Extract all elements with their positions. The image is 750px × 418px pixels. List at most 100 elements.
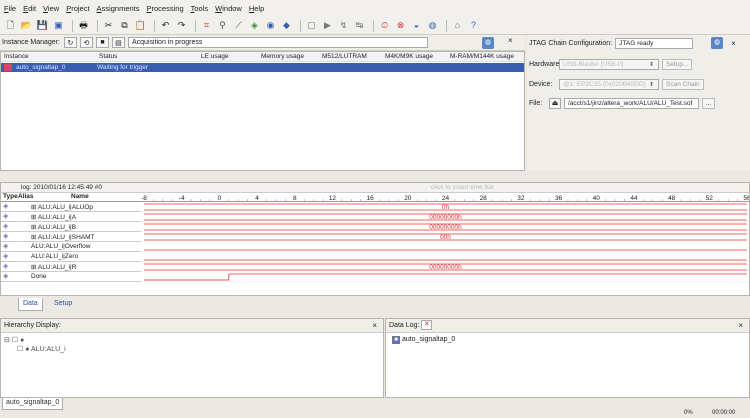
read-data-icon[interactable]: ▤ <box>111 37 125 48</box>
col-m512[interactable]: M512/LUTRAM <box>322 53 367 60</box>
menu-window[interactable]: Window <box>215 4 242 13</box>
menu-processing[interactable]: Processing <box>147 4 184 13</box>
timing-icon[interactable]: ↹ <box>353 19 366 32</box>
autorun-icon[interactable]: ↻ <box>63 37 77 48</box>
save-icon[interactable]: 💾 <box>36 19 49 32</box>
signal-type-icon: ◈ <box>3 213 9 220</box>
signal-row[interactable]: ◈ ⊞ ALU:ALU_i|R <box>1 262 141 272</box>
tick-label: 12 <box>329 195 337 202</box>
jtag-globe-icon[interactable]: ◍ <box>711 37 724 49</box>
home-icon[interactable]: ⌂ <box>451 19 464 32</box>
bus-value: 00h <box>440 234 451 241</box>
device-dropdown-icon[interactable]: ⬍ <box>649 81 654 88</box>
data-log-icon[interactable]: ✕ <box>421 320 433 331</box>
assignments-icon[interactable]: ⚲ <box>216 19 229 32</box>
rtl-viewer-icon[interactable]: ◍ <box>426 19 439 32</box>
chip-planner-icon[interactable]: ◉ <box>264 19 277 32</box>
data-log-close-icon[interactable]: × <box>738 319 743 333</box>
program-device-icon[interactable]: ⏏ <box>549 98 561 109</box>
elapsed-time: 00:00:00 <box>712 410 736 416</box>
stop-analysis-icon[interactable]: ■ <box>95 37 109 48</box>
browse-button[interactable]: ... <box>702 98 716 109</box>
tick-label: 44 <box>630 195 638 202</box>
analysis-icon[interactable]: ↯ <box>337 19 350 32</box>
signal-row[interactable]: ◈ ALU:ALU_i|Zero <box>1 252 141 262</box>
paste-icon[interactable]: 📋 <box>134 19 147 32</box>
waveform-canvas[interactable]: -8-40481216202428323640444852560h0000000… <box>142 193 749 295</box>
tree-root[interactable]: ⊟ ☐ ● <box>4 336 24 344</box>
new-file-icon[interactable]: 🗋 <box>4 19 17 32</box>
run-icon[interactable]: ⟲ <box>79 37 93 48</box>
col-memory-usage[interactable]: Memory usage <box>261 53 304 60</box>
signal-row[interactable]: ◈ ⊞ ALU:ALU_i|ALUOp <box>1 202 141 212</box>
signal-step-line <box>144 273 747 281</box>
instance-row[interactable]: auto_signaltap_0 Waiting for trigger <box>1 63 524 72</box>
open-file-icon[interactable]: 📂 <box>20 19 33 32</box>
hierarchy-close-icon[interactable]: × <box>372 319 377 333</box>
sof-file-field[interactable]: /acct/s1/jinz/altera_work/ALU/ALU_Test.s… <box>564 98 699 109</box>
help-icon[interactable]: ? <box>467 19 480 32</box>
signal-row[interactable]: ◈ ⊞ ALU:ALU_i|B <box>1 222 141 232</box>
undo-icon[interactable]: ↶ <box>159 19 172 32</box>
tab-data[interactable]: Data <box>18 298 43 311</box>
tick-label: 24 <box>442 195 450 202</box>
tick-label: 40 <box>593 195 601 202</box>
col-m4k[interactable]: M4K/M9K usage <box>385 53 433 60</box>
setup-button[interactable]: Setup... <box>662 59 693 70</box>
start-compilation-icon[interactable]: ▶ <box>321 19 334 32</box>
signal-type-icon: ◈ <box>3 273 9 280</box>
data-log-item[interactable]: ■ auto_signaltap_0 <box>392 336 455 344</box>
timing-analyzer-icon[interactable]: ⏲ <box>378 19 391 32</box>
menu-view[interactable]: View <box>43 4 59 13</box>
col-le-usage[interactable]: LE usage <box>201 53 228 60</box>
scan-chain-button[interactable]: Scan Chain <box>662 79 704 90</box>
tree-node-icon: ☐ ● <box>17 346 30 353</box>
signal-name: ⊞ ALU:ALU_i|R <box>31 263 77 271</box>
signal-row[interactable]: ◈ Done <box>1 272 141 282</box>
menu-file[interactable]: File <box>4 4 16 13</box>
floorplan-icon[interactable]: ◆ <box>280 19 293 32</box>
tick-label: 48 <box>668 195 676 202</box>
col-instance[interactable]: Instance <box>4 53 29 60</box>
toolbar-separator <box>446 19 447 32</box>
project-navigator-icon[interactable]: ⌗ <box>200 19 213 32</box>
tab-setup[interactable]: Setup <box>50 298 76 311</box>
col-mram[interactable]: M-RAM/M144K usage <box>450 53 514 60</box>
instance-manager-label: Instance Manager: <box>2 39 60 46</box>
menu-tools[interactable]: Tools <box>191 4 209 13</box>
pin-planner-icon[interactable]: ⟋ <box>232 19 245 32</box>
splitter[interactable] <box>0 171 750 182</box>
cut-icon[interactable]: ✂ <box>102 19 115 32</box>
signal-name: ALU:ALU_i|Zero <box>31 252 79 260</box>
menu-help[interactable]: Help <box>249 4 264 13</box>
menu-project[interactable]: Project <box>66 4 89 13</box>
globe-icon[interactable]: ◍ <box>482 37 494 49</box>
col-status[interactable]: Status <box>99 53 117 60</box>
settings-icon[interactable]: ◈ <box>248 19 261 32</box>
redo-icon[interactable]: ↷ <box>175 19 188 32</box>
signal-name: ALU:ALU_i|Overflow <box>31 242 91 250</box>
signal-row[interactable]: ◈ ⊞ ALU:ALU_i|SHAMT <box>1 232 141 242</box>
menu-edit[interactable]: Edit <box>23 4 36 13</box>
save-all-icon[interactable]: ▣ <box>52 19 65 32</box>
device-select[interactable]: @1: EP2C35 (0x020B40DD) <box>559 79 659 90</box>
close-icon[interactable]: × <box>508 36 513 45</box>
print-icon[interactable]: 🖶 <box>77 19 90 32</box>
stop-icon[interactable]: ▢ <box>305 19 318 32</box>
signal-row[interactable]: ◈ ⊞ ALU:ALU_i|A <box>1 212 141 222</box>
tree-item[interactable]: ☐ ● ALU:ALU_i <box>17 345 66 353</box>
time-bar-hint[interactable]: click to insert time bar <box>431 184 494 191</box>
instance-tab[interactable]: auto_signaltap_0 <box>2 398 64 410</box>
hardware-select[interactable]: USB-Blaster [USB-0] <box>559 59 659 70</box>
programmer-icon[interactable]: ⊗ <box>394 19 407 32</box>
instance-checkbox-icon[interactable] <box>4 64 12 71</box>
signaltap-icon[interactable]: ◒ <box>410 19 423 32</box>
data-log-panel: Data Log: ✕ × ■ auto_signaltap_0 <box>385 318 750 398</box>
tick-label: 0 <box>218 195 222 202</box>
hardware-dropdown-icon[interactable]: ⬍ <box>649 61 654 68</box>
bus-value: 00000000h <box>429 264 462 271</box>
jtag-close-icon[interactable]: × <box>731 39 736 48</box>
copy-icon[interactable]: ⧉ <box>118 19 131 32</box>
menu-assignments[interactable]: Assignments <box>97 4 140 13</box>
signal-row[interactable]: ◈ ALU:ALU_i|Overflow <box>1 242 141 252</box>
